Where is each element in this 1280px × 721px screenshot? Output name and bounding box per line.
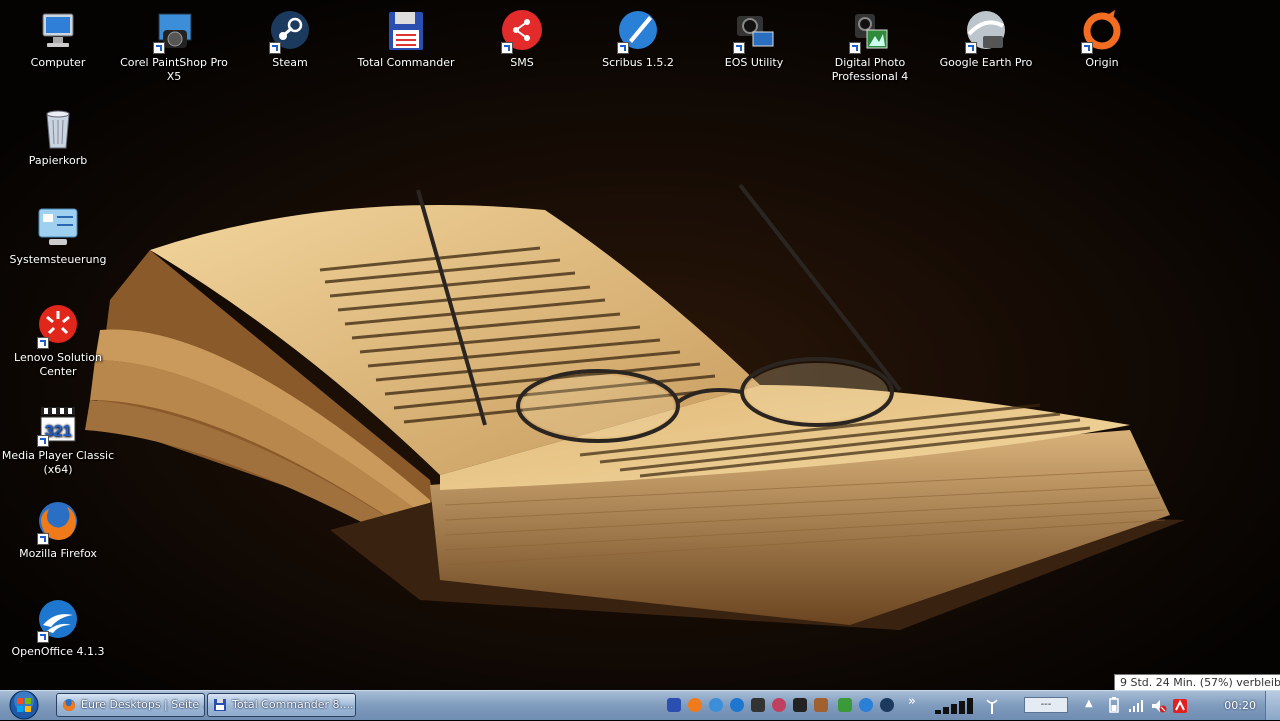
desktop-icon-label: Systemsteuerung (9, 253, 107, 266)
desktop-icon-origin[interactable]: Origin (1044, 8, 1160, 70)
desktop-icon-eos-utility[interactable]: EOS Utility (696, 8, 812, 70)
desktop-icon-label: OpenOffice 4.1.3 (11, 645, 105, 658)
wifi-signal-icon[interactable] (1128, 699, 1144, 713)
control-panel-icon (38, 208, 78, 245)
tray-clapper-icon[interactable] (793, 698, 807, 712)
taskbar-button-label: Eure Desktops | Seite ... (81, 698, 205, 711)
desktop-icon-label: Scribus 1.5.2 (602, 56, 674, 69)
antivirus-icon[interactable] (1173, 699, 1187, 713)
desktop-icon-label: Computer (30, 56, 86, 69)
firefox-icon (63, 699, 75, 711)
shortcut-arrow-icon (37, 631, 49, 643)
desktop-icon-label: Media Player Classic (x64) (1, 449, 115, 476)
desktop-icon-google-earth[interactable]: Google Earth Pro (928, 8, 1044, 70)
desktop-icon-steam[interactable]: Steam (232, 8, 348, 70)
shortcut-arrow-icon (733, 42, 745, 54)
taskbar-button-firefox[interactable]: Eure Desktops | Seite ... (56, 693, 205, 717)
desktop-icon-label: EOS Utility (724, 56, 784, 69)
shortcut-arrow-icon (965, 42, 977, 54)
show-hidden-icons-button[interactable]: ▲ (1085, 698, 1093, 709)
desktop-icon-lenovo-solution-center[interactable]: Lenovo Solution Center (0, 303, 116, 379)
recycle-bin-icon (46, 110, 70, 149)
desktop-icon-label: Digital Photo Professional 4 (831, 56, 909, 83)
tray-film-icon[interactable] (814, 698, 828, 712)
taskbar-button-label: Total Commander 8.... (232, 698, 354, 711)
desktop-icon-openoffice[interactable]: OpenOffice 4.1.3 (0, 597, 116, 659)
total-commander-icon (214, 699, 226, 711)
desktop-icon-media-player-classic[interactable]: 321 Media Player Classic (x64) (0, 401, 116, 477)
shortcut-arrow-icon (153, 42, 165, 54)
desktop-icon-label: Google Earth Pro (939, 56, 1033, 69)
tray-palette-icon[interactable] (772, 698, 786, 712)
tray-openoffice-icon[interactable] (730, 698, 744, 712)
start-button[interactable] (6, 689, 42, 721)
taskbar: Eure Desktops | Seite ... Total Commande… (0, 690, 1280, 720)
desktop-icon-sms[interactable]: SMS (464, 8, 580, 70)
desktop-icon-scribus[interactable]: Scribus 1.5.2 (580, 8, 696, 70)
computer-icon (42, 13, 74, 47)
shortcut-arrow-icon (501, 42, 513, 54)
shortcut-arrow-icon (37, 533, 49, 545)
tray-steam-icon[interactable] (880, 698, 894, 712)
desktop-icon-label: Lenovo Solution Center (14, 351, 102, 378)
shortcut-arrow-icon (269, 42, 281, 54)
desktop-icon-label: Total Commander (357, 56, 455, 69)
quick-launch-overflow-button[interactable]: » (908, 694, 916, 709)
input-language-box[interactable]: --- (1024, 697, 1068, 713)
desktop-icon-computer[interactable]: Computer (0, 8, 116, 70)
total-commander-icon (389, 12, 423, 50)
tray-map-icon[interactable] (838, 698, 852, 712)
desktop-icon-label: Corel PaintShop Pro X5 (120, 56, 228, 83)
antenna-icon[interactable] (985, 698, 999, 714)
desktop-icon-corel-paintshop[interactable]: Corel PaintShop Pro X5 (116, 8, 232, 84)
network-signal-icon[interactable] (933, 697, 977, 715)
system-clock[interactable]: 00:20 (1224, 699, 1256, 712)
tray-firefox-icon[interactable] (688, 698, 702, 712)
battery-icon[interactable] (1109, 697, 1119, 713)
shortcut-arrow-icon (849, 42, 861, 54)
shortcut-arrow-icon (37, 337, 49, 349)
desktop-icon-firefox[interactable]: Mozilla Firefox (0, 499, 116, 561)
desktop-icon-label: Origin (1085, 56, 1119, 69)
desktop-icon-digital-photo[interactable]: Digital Photo Professional 4 (812, 8, 928, 84)
desktop-icon-label: Steam (272, 56, 308, 69)
desktop-icon-label: SMS (510, 56, 534, 69)
desktop-icon-total-commander[interactable]: Total Commander (348, 8, 464, 70)
shortcut-arrow-icon (37, 435, 49, 447)
shortcut-arrow-icon (617, 42, 629, 54)
tray-earth-icon[interactable] (859, 698, 873, 712)
desktop-wallpaper (0, 0, 1280, 690)
tray-total-commander-icon[interactable] (667, 698, 681, 712)
tray-camera-icon[interactable] (751, 698, 765, 712)
taskbar-button-total-commander[interactable]: Total Commander 8.... (207, 693, 356, 717)
desktop-icon-recycle-bin[interactable]: Papierkorb (0, 106, 116, 168)
desktop-icon-control-panel[interactable]: Systemsteuerung (0, 205, 116, 267)
show-desktop-button[interactable] (1265, 691, 1280, 720)
desktop-icon-label: Mozilla Firefox (19, 547, 97, 560)
shortcut-arrow-icon (1081, 42, 1093, 54)
volume-muted-icon[interactable] (1151, 699, 1167, 713)
tray-browser-icon[interactable] (709, 698, 723, 712)
desktop-icon-label: Papierkorb (28, 154, 88, 167)
